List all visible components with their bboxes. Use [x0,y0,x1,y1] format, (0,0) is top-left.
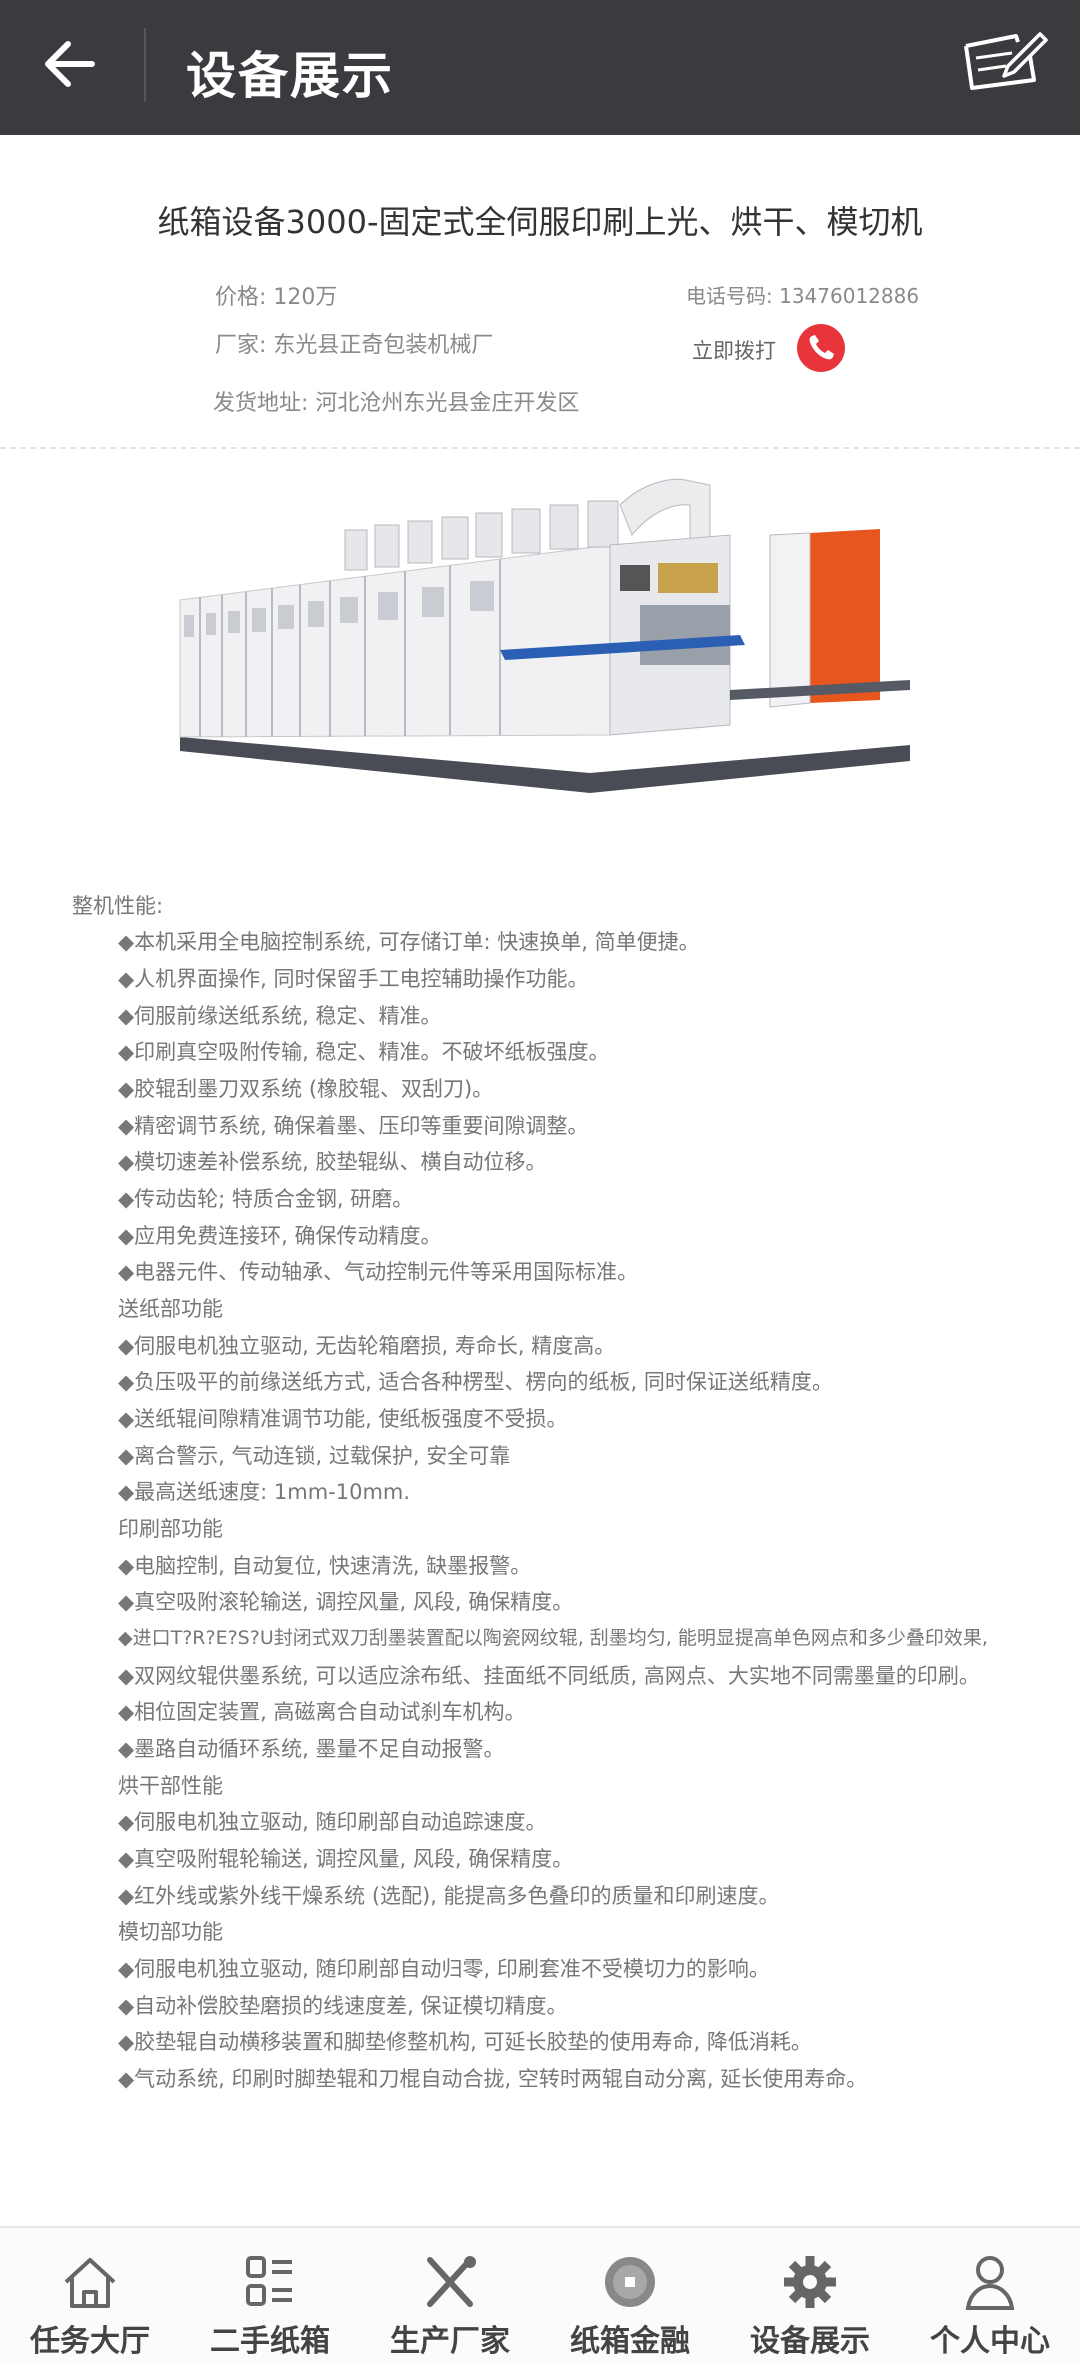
spec-line: ◆应用免费连接环, 确保传动精度。 [118,1224,442,1248]
tab-label: 个人中心 [930,2324,1050,2359]
spec-line: ◆负压吸平的前缘送纸方式, 适合各种楞型、楞向的纸板, 同时保证送纸精度。 [118,1370,833,1394]
spec-line: ◆伺服前缘送纸系统, 稳定、精准。 [118,1004,442,1028]
spec-heading: 整机性能: [72,894,164,918]
top-nav-bar: 设备展示 [0,0,1080,135]
header-divider [144,28,146,102]
address-text: 发货地址: 河北沧州东光县金庄开发区 [213,391,580,416]
tab-label: 生产厂家 [390,2324,510,2359]
back-button[interactable] [40,30,120,100]
spec-line: ◆墨路自动循环系统, 墨量不足自动报警。 [118,1737,505,1761]
spec-line: ◆真空吸附滚轮输送, 调控风量, 风段, 确保精度。 [118,1590,574,1614]
gear-icon [784,2256,836,2308]
tab-finance[interactable]: 纸箱金融 [540,2228,720,2365]
spec-line: ◆气动系统, 印刷时脚垫辊和刀棍自动合拢, 空转时两辊自动分离, 延长使用寿命。 [118,2067,868,2091]
tab-manufacturers[interactable]: 生产厂家 [360,2228,540,2365]
user-icon [965,2256,1015,2310]
section-divider [0,447,1080,449]
tab-label: 设备展示 [750,2324,870,2359]
tab-label: 二手纸箱 [210,2324,330,2359]
phone-text: 电话号码: 13476012886 [686,284,920,308]
spec-line: ◆红外线或紫外线干燥系统 (选配), 能提高多色叠印的质量和印刷速度。 [118,1884,780,1908]
edit-note-icon [964,32,1048,90]
spec-line: ◆进口T?R?E?S?U封闭式双刀刮墨装置配以陶瓷网纹辊, 刮墨均匀, 能明显提… [118,1627,988,1649]
spec-heading: 模切部功能 [118,1920,223,1944]
tab-equipment[interactable]: 设备展示 [720,2228,900,2365]
spec-line: ◆人机界面操作, 同时保留手工电控辅助操作功能。 [118,967,589,991]
spec-line: ◆印刷真空吸附传输, 稳定、精准。不破坏纸板强度。 [118,1040,610,1064]
spec-heading: 烘干部性能 [118,1774,223,1798]
manufacturer-text: 厂家: 东光县正奇包装机械厂 [215,333,494,358]
spec-line: ◆伺服电机独立驱动, 随印刷部自动追踪速度。 [118,1810,547,1834]
spec-line: ◆精密调节系统, 确保着墨、压印等重要间隙调整。 [118,1114,589,1138]
arrow-left-icon [45,41,95,87]
spec-line: ◆伺服电机独立驱动, 随印刷部自动归零, 印刷套准不受模切力的影响。 [118,1957,770,1981]
list-icon [246,2256,292,2306]
spec-line: ◆相位固定装置, 高磁离合自动试刹车机构。 [118,1700,526,1724]
tab-label: 纸箱金融 [570,2324,690,2359]
spec-line: ◆双网纹辊供墨系统, 可以适应涂布纸、挂面纸不同纸质, 高网点、大实地不同需墨量… [118,1664,980,1688]
home-icon [64,2258,116,2308]
coin-icon [605,2257,655,2307]
product-image [170,475,920,835]
spec-heading: 送纸部功能 [118,1297,223,1321]
product-info: 纸箱设备3000-固定式全伺服印刷上光、烘干、模切机 价格: 120万 厂家: … [0,135,1080,447]
spec-line: ◆电脑控制, 自动复位, 快速清洗, 缺墨报警。 [118,1554,532,1578]
edit-button[interactable] [956,28,1052,100]
bottom-tab-bar: 任务大厅 二手纸箱 生产厂家 纸箱金融 设备展示 个人中心 [0,2226,1080,2365]
spec-line: ◆伺服电机独立驱动, 无齿轮箱磨损, 寿命长, 精度高。 [118,1334,616,1358]
spec-line: ◆模切速差补偿系统, 胶垫辊纵、横自动位移。 [118,1150,547,1174]
spec-line: ◆电器元件、传动轴承、气动控制元件等采用国际标准。 [118,1260,639,1284]
spec-line: ◆本机采用全电脑控制系统, 可存储订单: 快速换单, 简单便捷。 [118,930,700,954]
tab-label: 任务大厅 [30,2324,150,2359]
spec-line: ◆最高送纸速度: 1mm-10mm. [118,1480,411,1504]
tools-icon [427,2256,476,2307]
spec-line: ◆胶辊刮墨刀双系统 (橡胶辊、双刮刀)。 [118,1077,494,1101]
spec-line: ◆离合警示, 气动连锁, 过载保护, 安全可靠 [118,1444,511,1468]
spec-line: ◆送纸辊间隙精准调节功能, 使纸板强度不受损。 [118,1407,568,1431]
call-button[interactable] [797,324,845,372]
tab-task-hall[interactable]: 任务大厅 [0,2228,180,2365]
call-label[interactable]: 立即拨打 [692,335,776,365]
tab-profile[interactable]: 个人中心 [900,2228,1080,2365]
spec-heading: 印刷部功能 [118,1517,223,1541]
page-title: 设备展示 [186,47,394,105]
spec-line: ◆自动补偿胶垫磨损的线速度差, 保证模切精度。 [118,1994,568,2018]
product-title: 纸箱设备3000-固定式全伺服印刷上光、烘干、模切机 [157,203,923,241]
spec-line: ◆真空吸附辊轮输送, 调控风量, 风段, 确保精度。 [118,1847,574,1871]
spec-line: ◆胶垫辊自动横移装置和脚垫修整机构, 可延长胶垫的使用寿命, 降低消耗。 [118,2030,812,2054]
price-text: 价格: 120万 [215,285,338,310]
phone-icon [809,335,834,360]
tab-used-boxes[interactable]: 二手纸箱 [180,2228,360,2365]
spec-line: ◆传动齿轮; 特质合金钢, 研磨。 [118,1187,414,1211]
